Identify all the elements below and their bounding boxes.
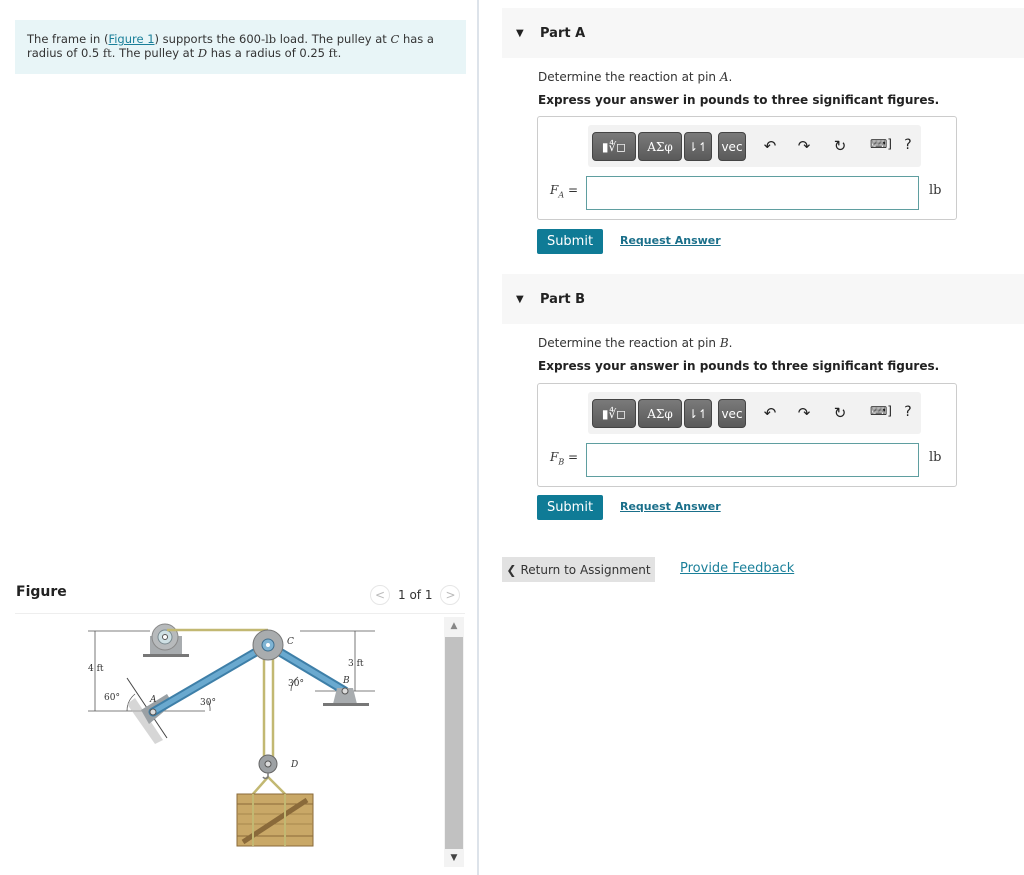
figure-pagination: < 1 of 1 >: [370, 585, 461, 605]
subscript-superscript-button[interactable]: ⇂↿: [684, 399, 712, 428]
figure-scrollbar[interactable]: ▲ ▼: [444, 617, 464, 867]
chevron-left-icon: <: [374, 588, 386, 602]
figure-image: 4 ft 3 ft 60° 30° 30° A B C D: [15, 614, 465, 872]
part-a-instruction: Express your answer in pounds to three s…: [538, 93, 940, 107]
undo-icon[interactable]: ↶: [760, 137, 780, 155]
part-a-request-answer-link[interactable]: Request Answer: [620, 234, 721, 247]
part-b-title: Part B: [540, 291, 586, 307]
scroll-thumb[interactable]: [445, 637, 463, 849]
prev-figure-button[interactable]: <: [370, 585, 390, 605]
frame-diagram: 4 ft 3 ft 60° 30° 30° A B C D: [88, 623, 375, 847]
chevron-left-icon: ❮: [506, 562, 517, 577]
part-a-question: Determine the reaction at pin A.: [538, 70, 733, 84]
part-b-request-answer-link[interactable]: Request Answer: [620, 500, 721, 513]
point-label-c: C: [287, 637, 294, 647]
part-a-header[interactable]: ▼ Part A: [502, 8, 1024, 58]
point-label-a: A: [149, 695, 157, 705]
angle-label-30-c: 30°: [288, 679, 304, 689]
chevron-right-icon: >: [445, 588, 456, 602]
point-label-b: B: [342, 676, 350, 686]
part-b-header[interactable]: ▼ Part B: [502, 274, 1024, 324]
templates-button[interactable]: ▮∜◻: [592, 132, 636, 161]
vector-button[interactable]: vec: [718, 132, 746, 161]
figure-link[interactable]: Figure 1: [108, 32, 154, 46]
problem-statement: The frame in (Figure 1) supports the 600…: [15, 20, 466, 74]
part-b-unit: lb: [929, 450, 942, 465]
scroll-up-arrow-icon[interactable]: ▲: [444, 617, 464, 635]
help-icon[interactable]: ?: [898, 137, 918, 153]
help-icon[interactable]: ?: [898, 404, 918, 420]
part-b-variable-label: FB =: [550, 450, 579, 467]
keyboard-icon[interactable]: ⌨]: [866, 137, 896, 151]
part-b-answer-input[interactable]: [586, 443, 919, 477]
part-a-answer-input[interactable]: [586, 176, 919, 210]
next-figure-button[interactable]: >: [440, 585, 461, 605]
point-label-d: D: [290, 760, 298, 770]
part-b-submit-button[interactable]: Submit: [537, 495, 603, 520]
part-a-answer-box: ▮∜◻ ΑΣφ ⇂↿ vec ↶ ↷ ↻ ⌨] ? FA = lb: [537, 116, 957, 220]
reset-icon[interactable]: ↻: [830, 404, 850, 422]
templates-button[interactable]: ▮∜◻: [592, 399, 636, 428]
scroll-down-arrow-icon[interactable]: ▼: [444, 849, 464, 867]
part-b-instruction: Express your answer in pounds to three s…: [538, 359, 940, 373]
dim-label-4ft: 4 ft: [88, 664, 104, 674]
greek-symbols-button[interactable]: ΑΣφ: [638, 399, 682, 428]
reset-icon[interactable]: ↻: [830, 137, 850, 155]
subscript-superscript-button[interactable]: ⇂↿: [684, 132, 712, 161]
math-toolbar: ▮∜◻ ΑΣφ ⇂↿ vec ↶ ↷ ↻ ⌨] ?: [588, 392, 921, 434]
part-a-unit: lb: [929, 183, 942, 198]
part-a-variable-label: FA =: [550, 183, 578, 200]
angle-label-30-a: 30°: [200, 698, 216, 708]
collapse-triangle-icon: ▼: [516, 293, 524, 305]
math-toolbar: ▮∜◻ ΑΣφ ⇂↿ vec ↶ ↷ ↻ ⌨] ?: [588, 125, 921, 167]
pin-a: [149, 708, 157, 716]
greek-symbols-button[interactable]: ΑΣφ: [638, 132, 682, 161]
pulley-d: [258, 754, 278, 780]
part-a-submit-button[interactable]: Submit: [537, 229, 603, 254]
keyboard-icon[interactable]: ⌨]: [866, 404, 896, 418]
undo-icon[interactable]: ↶: [760, 404, 780, 422]
crate-load: [236, 793, 314, 847]
part-b-question: Determine the reaction at pin B.: [538, 336, 733, 350]
left-pane: The frame in (Figure 1) supports the 600…: [0, 0, 477, 875]
part-a-title: Part A: [540, 25, 586, 41]
vector-button[interactable]: vec: [718, 399, 746, 428]
figure-counter: 1 of 1: [398, 588, 433, 602]
angle-label-60: 60°: [104, 693, 120, 703]
redo-icon[interactable]: ↷: [794, 137, 814, 155]
pulley-c: [252, 629, 284, 661]
return-to-assignment-button[interactable]: ❮ Return to Assignment: [502, 557, 655, 582]
provide-feedback-link[interactable]: Provide Feedback: [680, 561, 794, 576]
collapse-triangle-icon: ▼: [516, 27, 524, 39]
pane-divider: [477, 0, 479, 875]
figure-title: Figure: [16, 584, 67, 600]
redo-icon[interactable]: ↷: [794, 404, 814, 422]
part-b-answer-box: ▮∜◻ ΑΣφ ⇂↿ vec ↶ ↷ ↻ ⌨] ? FB = lb: [537, 383, 957, 487]
dim-label-3ft: 3 ft: [348, 659, 364, 669]
